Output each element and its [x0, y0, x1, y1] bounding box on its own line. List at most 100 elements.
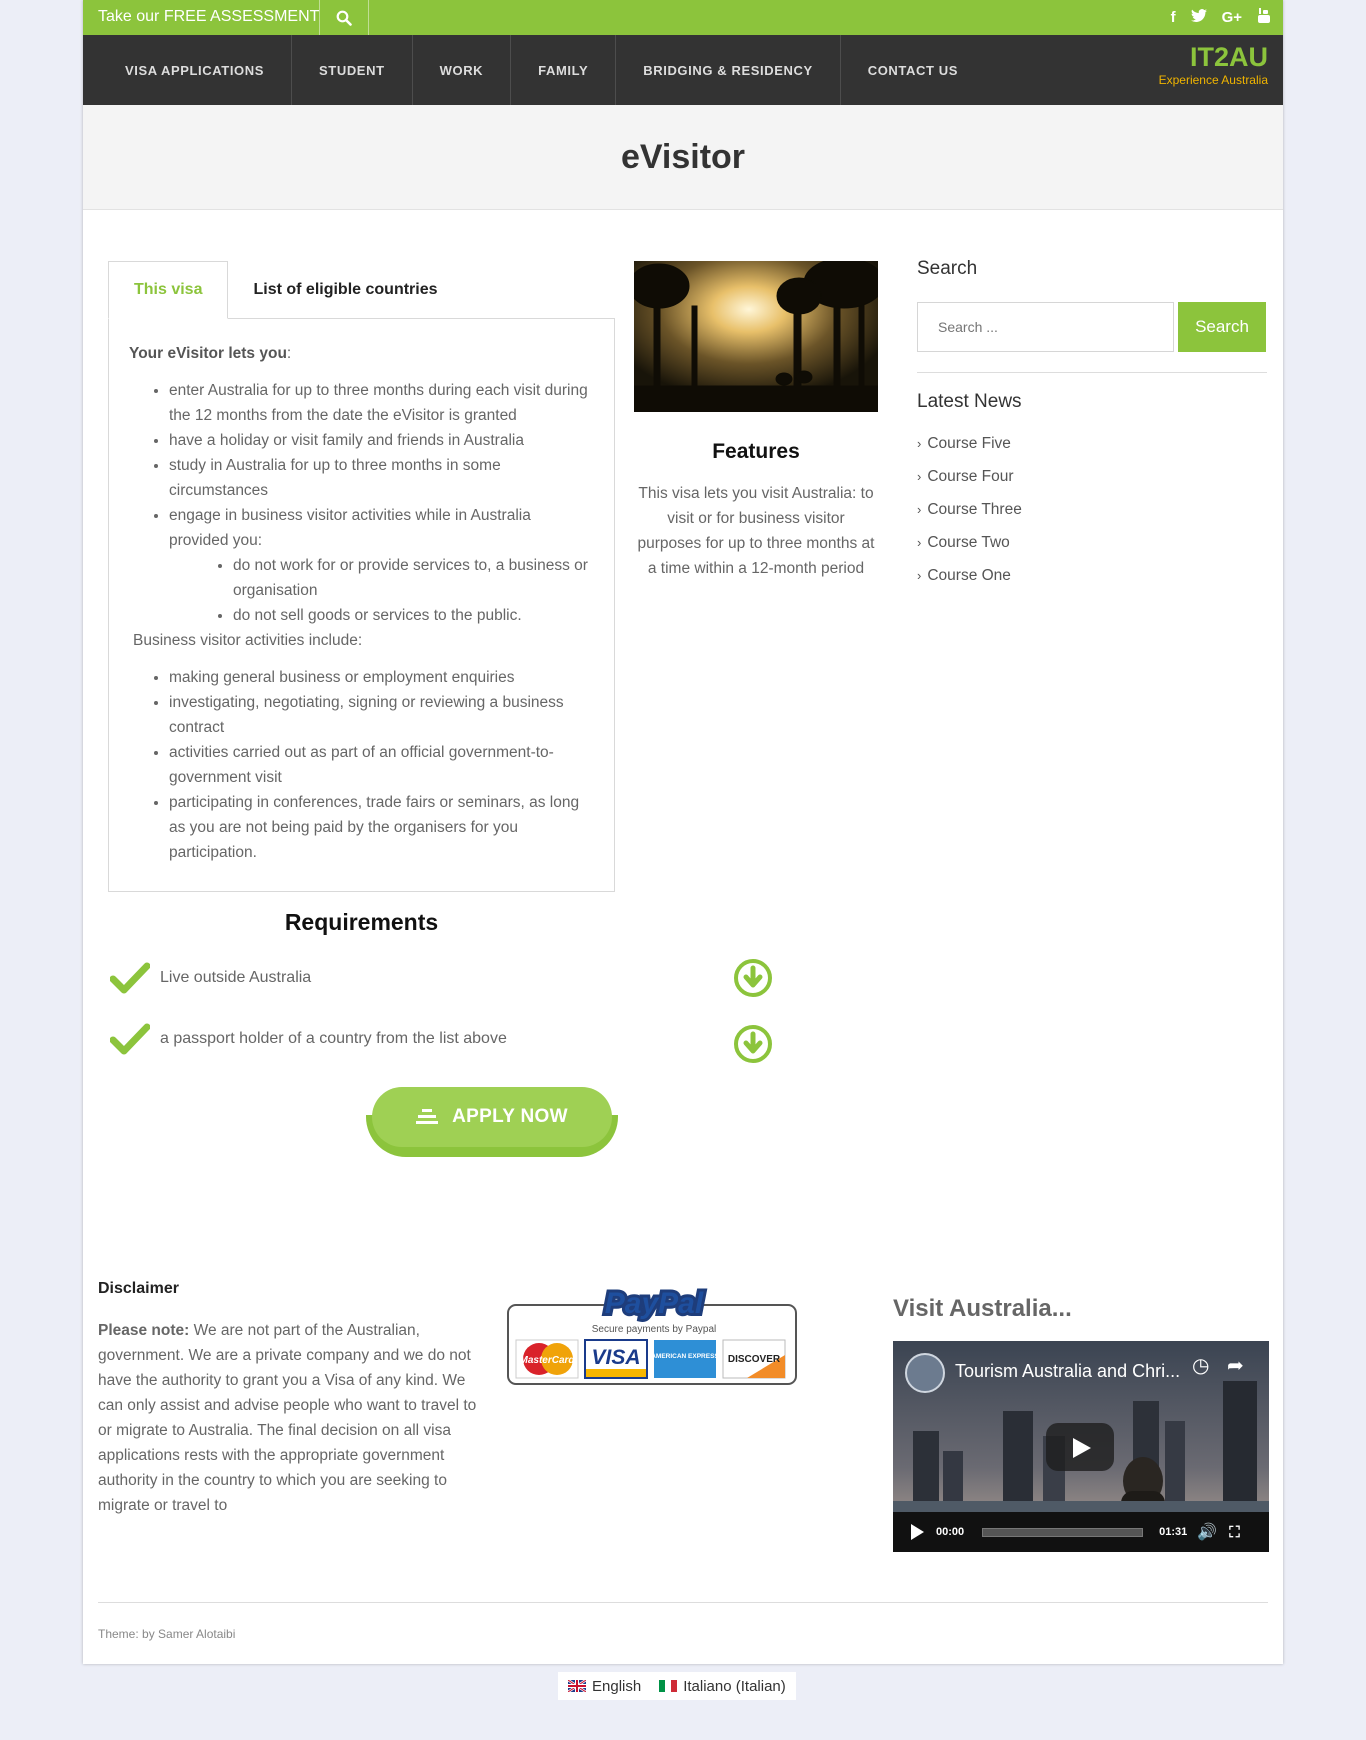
volume-icon[interactable]: 🔊	[1197, 1522, 1217, 1542]
features-text: This visa lets you visit Australia: to v…	[637, 485, 875, 577]
discover-text: DISCOVER	[728, 1354, 781, 1365]
visa-text: VISA	[591, 1346, 640, 1369]
visit-australia-widget: Visit Australia... Tourism Australia and…	[893, 1295, 1269, 1552]
watch-later-icon[interactable]: ◷	[1192, 1353, 1209, 1378]
button-face: APPLY NOW	[372, 1087, 612, 1147]
discover-logo: DISCOVER	[722, 1339, 786, 1379]
nav-item-visa-applications[interactable]: VISA APPLICATIONS	[98, 35, 293, 105]
list-item: do not work for or provide services to, …	[233, 553, 594, 603]
latest-news-title: Latest News	[917, 391, 1022, 412]
news-item-label: Course Three	[927, 501, 1022, 518]
main-navigation: VISA APPLICATIONS STUDENT WORK FAMILY BR…	[83, 35, 1283, 105]
tab-bar: This visa List of eligible countries	[108, 261, 615, 319]
free-assessment-link[interactable]: Take our FREE ASSESSMENT	[98, 8, 319, 26]
lead-rest: :	[286, 345, 292, 362]
language-english[interactable]: English	[568, 1678, 641, 1695]
current-time: 00:00	[936, 1526, 965, 1538]
search-input[interactable]	[917, 302, 1174, 352]
download-button[interactable]	[733, 1024, 773, 1064]
site-brand[interactable]: IT2AU Experience Australia	[1159, 42, 1268, 86]
requirement-item: Live outside Australia	[110, 958, 311, 998]
search-button[interactable]: Search	[1178, 302, 1266, 352]
chevron-right-icon: ›	[917, 502, 922, 517]
requirement-label: Live outside Australia	[160, 969, 312, 986]
news-item-course-three[interactable]: › Course Three	[917, 501, 1267, 534]
news-item-course-one[interactable]: › Course One	[917, 567, 1267, 600]
list-item: activities carried out as part of an off…	[169, 740, 594, 790]
news-item-label: Course Two	[927, 534, 1010, 551]
apply-now-label: APPLY NOW	[452, 1106, 568, 1127]
facebook-icon[interactable]: f	[1171, 9, 1176, 26]
list-item: enter Australia for up to three months d…	[169, 378, 594, 428]
progress-bar[interactable]	[982, 1527, 1144, 1537]
video-title[interactable]: Tourism Australia and Chri...	[955, 1361, 1180, 1382]
visa-tabs: This visa List of eligible countries You…	[108, 261, 615, 892]
news-item-course-five[interactable]: › Course Five	[917, 435, 1267, 468]
language-italian[interactable]: Italiano (Italian)	[659, 1678, 786, 1695]
nav-item-contact-us[interactable]: CONTACT US	[841, 35, 985, 105]
amex-logo: AMERICAN EXPRESS	[651, 1340, 719, 1378]
list-item: engage in business visitor activities wh…	[169, 503, 594, 628]
nav-item-family[interactable]: FAMILY	[511, 35, 617, 105]
features-title: Features	[712, 440, 800, 463]
search-form: Search	[917, 302, 1267, 352]
apply-now-button[interactable]: APPLY NOW	[366, 1087, 618, 1157]
news-item-course-four[interactable]: › Course Four	[917, 468, 1267, 501]
topbar-search-button[interactable]	[319, 0, 369, 35]
social-links: f G+	[1171, 0, 1271, 35]
news-item-label: Course Four	[927, 468, 1014, 485]
list-item: do not sell goods or services to the pub…	[233, 603, 594, 628]
play-icon[interactable]	[911, 1524, 924, 1540]
language-label: Italiano (Italian)	[683, 1677, 786, 1695]
news-item-course-two[interactable]: › Course Two	[917, 534, 1267, 567]
chevron-right-icon: ›	[917, 436, 922, 451]
nav-item-work[interactable]: WORK	[413, 35, 512, 105]
page-title: eVisitor	[620, 138, 746, 176]
forest-sunlight-image	[634, 261, 878, 412]
checkmark-icon	[110, 1023, 150, 1055]
twitter-icon[interactable]	[1190, 9, 1207, 26]
fullscreen-icon[interactable]: ⛶	[1229, 1524, 1240, 1541]
lead-bold: Your eVisitor lets you	[129, 345, 287, 362]
search-widget-title: Search	[917, 258, 978, 279]
nav-item-student[interactable]: STUDENT	[292, 35, 413, 105]
mastercard-logo: MasterCard	[515, 1339, 579, 1379]
visit-title: Visit Australia...	[893, 1295, 1072, 1322]
google-plus-icon[interactable]: G+	[1222, 9, 1242, 26]
theme-credit: Theme: by Samer Alotaibi	[98, 1627, 236, 1641]
youtube-icon[interactable]	[1257, 7, 1271, 28]
share-icon[interactable]: ➦	[1227, 1353, 1244, 1378]
chevron-right-icon: ›	[917, 535, 922, 550]
latest-news-list: › Course Five › Course Four › Course Three …	[917, 435, 1267, 600]
channel-avatar[interactable]	[905, 1353, 945, 1393]
paypal-badge: PayPal PayPal Secure payments by Paypal …	[507, 1284, 797, 1385]
visa-logo: VISA	[584, 1339, 648, 1379]
search-icon	[336, 10, 352, 26]
activities-intro: Business visitor activities include:	[133, 632, 363, 649]
list-item: have a holiday or visit family and frien…	[169, 428, 594, 453]
big-play-button[interactable]	[1046, 1423, 1114, 1471]
site-logo: IT2AU	[1189, 42, 1268, 72]
language-switcher: English Italiano (Italian)	[558, 1672, 796, 1700]
stack-icon	[416, 1109, 439, 1124]
note-bold: Please note:	[98, 1322, 190, 1339]
features-box: Features This visa lets you visit Austra…	[634, 261, 878, 581]
tab-lead: Your eVisitor lets you:	[129, 341, 594, 366]
news-item-label: Course One	[927, 567, 1011, 584]
mastercard-text: MasterCard	[519, 1355, 575, 1366]
tab-eligible-countries[interactable]: List of eligible countries	[228, 261, 462, 319]
language-label: English	[592, 1677, 642, 1695]
video-player[interactable]: Tourism Australia and Chri... ◷ ➦ 00:00 …	[893, 1341, 1269, 1552]
tab-this-visa[interactable]: This visa	[108, 261, 229, 319]
requirement-label: a passport holder of a country from the …	[160, 1030, 507, 1047]
list-item: making general business or employment en…	[169, 665, 594, 690]
download-button[interactable]	[733, 958, 773, 998]
chevron-right-icon: ›	[917, 469, 922, 484]
tab-panel: Your eVisitor lets you: enter Australia …	[108, 318, 615, 892]
download-icon	[734, 1025, 772, 1063]
nav-item-bridging-residency[interactable]: BRIDGING & RESIDENCY	[616, 35, 841, 105]
disclaimer-text: Please note: We are not part of the Aust…	[98, 1318, 478, 1518]
paypal-logo: PayPal	[605, 1287, 704, 1320]
sidebar-divider	[917, 372, 1267, 373]
list-item-text: engage in business visitor activities wh…	[169, 507, 531, 549]
